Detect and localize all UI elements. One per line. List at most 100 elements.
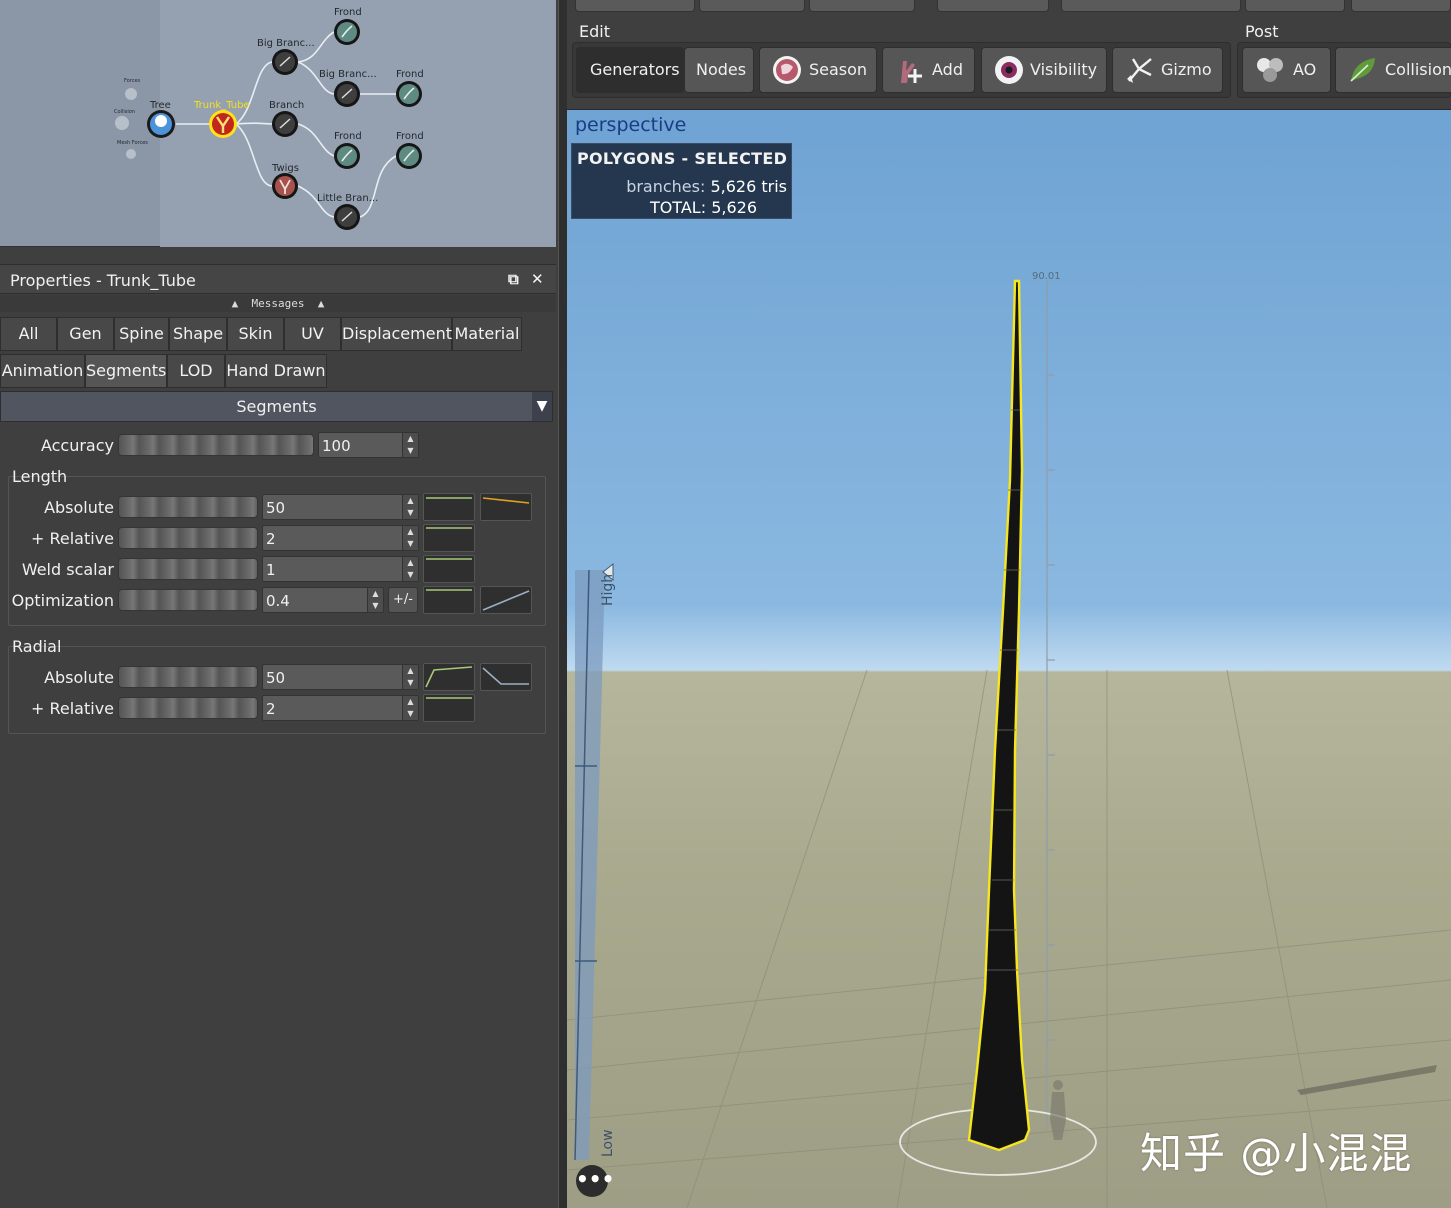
- node-little-branch[interactable]: [334, 204, 360, 230]
- optimization-slider[interactable]: [118, 589, 258, 611]
- length-absolute-curve-1[interactable]: [423, 493, 475, 521]
- spin-up-icon[interactable]: ▲: [403, 433, 418, 445]
- messages-toggle[interactable]: ▲ Messages ▲: [0, 295, 556, 312]
- optimization-variance-button[interactable]: +/-: [388, 587, 418, 613]
- toolbar-stub[interactable]: [1061, 0, 1241, 12]
- node-frond-2[interactable]: [396, 81, 422, 107]
- tab-segments[interactable]: Segments: [85, 354, 167, 388]
- node-twigs[interactable]: [272, 173, 298, 199]
- segments-section-header[interactable]: Segments ▼: [0, 391, 553, 422]
- tab-material[interactable]: Material: [452, 317, 522, 351]
- restore-icon[interactable]: ⧉: [508, 270, 519, 288]
- toolbar-stub[interactable]: [1245, 0, 1345, 12]
- tab-skin[interactable]: Skin: [227, 317, 284, 351]
- toolbar-stub[interactable]: [575, 0, 695, 12]
- node-trunk[interactable]: [209, 110, 237, 138]
- tab-displacement[interactable]: Displacement: [341, 317, 452, 351]
- accuracy-spinbox[interactable]: 100 ▲ ▼: [318, 432, 419, 458]
- season-icon: [773, 56, 801, 84]
- spin-up-icon[interactable]: ▲: [403, 495, 418, 507]
- node-label-trunk: Trunk_Tube: [193, 100, 250, 111]
- ao-icon: [1257, 58, 1283, 82]
- spin-arrows[interactable]: ▲ ▼: [402, 665, 418, 689]
- length-absolute-spinbox[interactable]: 50 ▲ ▼: [262, 494, 419, 520]
- spin-down-icon[interactable]: ▼: [403, 445, 418, 457]
- season-button[interactable]: Season: [759, 47, 877, 93]
- tab-animation[interactable]: Animation: [0, 354, 85, 388]
- node-big-branch-1[interactable]: [272, 49, 298, 75]
- node-big-branch-2[interactable]: [334, 81, 360, 107]
- add-button[interactable]: Add: [882, 47, 975, 93]
- radial-relative-curve[interactable]: [423, 694, 475, 722]
- spin-down-icon[interactable]: ▼: [403, 708, 418, 720]
- spin-down-icon[interactable]: ▼: [403, 569, 418, 581]
- toolbar-stub[interactable]: [1351, 0, 1451, 12]
- spin-up-icon[interactable]: ▲: [403, 665, 418, 677]
- radial-relative-spinbox[interactable]: 2 ▲ ▼: [262, 695, 419, 721]
- season-label: Season: [809, 60, 868, 79]
- node-label-frond4: Frond: [396, 131, 424, 142]
- panel-splitter[interactable]: [558, 0, 567, 1208]
- optimization-curve-2[interactable]: [480, 586, 532, 614]
- dropdown-arrow-icon[interactable]: ▼: [532, 392, 552, 421]
- radial-absolute-curve-1[interactable]: [423, 663, 475, 691]
- spin-arrows[interactable]: ▲ ▼: [402, 557, 418, 581]
- spin-arrows[interactable]: ▲ ▼: [402, 495, 418, 519]
- weld-scalar-spinbox[interactable]: 1 ▲ ▼: [262, 556, 419, 582]
- tab-lod[interactable]: LOD: [167, 354, 225, 388]
- tree-trunk-mesh[interactable]: [967, 279, 1031, 1152]
- spin-down-icon[interactable]: ▼: [368, 600, 383, 612]
- node-frond-4[interactable]: [396, 143, 422, 169]
- length-absolute-curve-2[interactable]: [480, 493, 532, 521]
- spin-arrows[interactable]: ▲ ▼: [402, 696, 418, 720]
- tab-gen[interactable]: Gen: [57, 317, 114, 351]
- 3d-viewport[interactable]: 90.01 perspective POLYGONS - SELECTED br…: [567, 110, 1451, 1208]
- spin-up-icon[interactable]: ▲: [403, 557, 418, 569]
- toolbar-stub[interactable]: [937, 0, 1049, 12]
- radial-absolute-curve-2[interactable]: [480, 663, 532, 691]
- spin-up-icon[interactable]: ▲: [403, 696, 418, 708]
- length-absolute-slider[interactable]: [118, 496, 258, 518]
- spin-down-icon[interactable]: ▼: [403, 677, 418, 689]
- node-frond-1[interactable]: [334, 19, 360, 45]
- gizmo-button[interactable]: Gizmo: [1112, 47, 1223, 93]
- length-relative-slider[interactable]: [118, 527, 258, 549]
- node-frond-3[interactable]: [334, 143, 360, 169]
- nodes-button[interactable]: Nodes: [684, 47, 754, 93]
- weld-scalar-curve[interactable]: [423, 555, 475, 583]
- edit-section-label: Edit: [579, 22, 610, 41]
- spin-up-icon[interactable]: ▲: [368, 588, 383, 600]
- tab-uv[interactable]: UV: [284, 317, 341, 351]
- close-icon[interactable]: ✕: [531, 270, 544, 288]
- visibility-button[interactable]: Visibility: [981, 47, 1107, 93]
- optimization-spinbox[interactable]: 0.4 ▲ ▼: [262, 587, 384, 613]
- length-relative-spinbox[interactable]: 2 ▲ ▼: [262, 525, 419, 551]
- tab-hand-drawn[interactable]: Hand Drawn: [225, 354, 327, 388]
- tab-shape[interactable]: Shape: [169, 317, 227, 351]
- radial-relative-label: + Relative: [30, 699, 114, 718]
- collision-button[interactable]: Collision: [1335, 47, 1451, 93]
- toolbar-stub[interactable]: [809, 0, 915, 12]
- spin-down-icon[interactable]: ▼: [403, 507, 418, 519]
- node-graph-panel[interactable]: Tree Trunk_Tube Big Branc... Big Branc..…: [0, 0, 556, 247]
- node-branch[interactable]: [272, 111, 298, 137]
- spin-arrows[interactable]: ▲ ▼: [367, 588, 383, 612]
- spin-arrows[interactable]: ▲ ▼: [402, 526, 418, 550]
- node-tree[interactable]: [147, 110, 175, 138]
- weld-scalar-slider[interactable]: [118, 558, 258, 580]
- spin-down-icon[interactable]: ▼: [403, 538, 418, 550]
- more-menu-button[interactable]: •••: [576, 1165, 614, 1197]
- radial-absolute-slider[interactable]: [118, 666, 258, 688]
- radial-relative-slider[interactable]: [118, 697, 258, 719]
- ao-button[interactable]: AO: [1242, 47, 1331, 93]
- length-relative-curve[interactable]: [423, 524, 475, 552]
- spin-arrows[interactable]: ▲ ▼: [402, 433, 418, 457]
- optimization-curve-1[interactable]: [423, 586, 475, 614]
- generators-button[interactable]: Generators: [576, 47, 684, 93]
- accuracy-slider[interactable]: [118, 434, 314, 456]
- tab-all[interactable]: All: [0, 317, 57, 351]
- spin-up-icon[interactable]: ▲: [403, 526, 418, 538]
- tab-spine[interactable]: Spine: [114, 317, 169, 351]
- radial-absolute-spinbox[interactable]: 50 ▲ ▼: [262, 664, 419, 690]
- toolbar-stub[interactable]: [699, 0, 805, 12]
